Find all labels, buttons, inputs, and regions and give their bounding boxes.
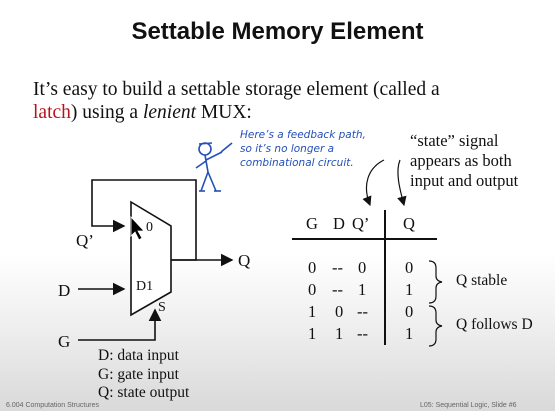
legend-g: G: gate input bbox=[98, 365, 179, 383]
state-arrow-qprime bbox=[362, 159, 385, 207]
q-follows-label: Q follows D bbox=[456, 316, 533, 333]
brace-follows bbox=[428, 305, 443, 347]
legend-q: Q: state output bbox=[98, 384, 190, 401]
legend-d: D: data input bbox=[98, 347, 179, 364]
stick-figure-icon bbox=[195, 142, 233, 192]
table-cell: 0 bbox=[308, 280, 317, 299]
table-cell: -- bbox=[332, 258, 343, 277]
table-cell: 1 bbox=[358, 280, 367, 299]
g-wire bbox=[78, 308, 162, 341]
table-cell: -- bbox=[357, 324, 368, 343]
table-header-qprime: Q’ bbox=[352, 214, 370, 233]
mux-input-1: D1 bbox=[136, 279, 154, 294]
brace-stable bbox=[428, 260, 443, 304]
state-arrow-q bbox=[397, 159, 407, 207]
table-cell: -- bbox=[332, 280, 343, 299]
table-cell: 0 bbox=[405, 302, 414, 321]
table-cell: 0 bbox=[335, 302, 344, 321]
qprime-label: Q’ bbox=[76, 231, 94, 250]
footer-left: 6.004 Computation Structures bbox=[6, 402, 99, 409]
mux-input-0: 0 bbox=[146, 220, 153, 235]
table-cell: 1 bbox=[335, 324, 344, 343]
table-header-d: D bbox=[333, 214, 345, 233]
q-output-label: Q bbox=[238, 251, 251, 270]
g-label: G bbox=[58, 332, 71, 351]
table-cell: -- bbox=[357, 302, 368, 321]
q-stable-label: Q stable bbox=[456, 272, 508, 289]
mux-body bbox=[130, 200, 172, 317]
table-header-q: Q bbox=[403, 214, 415, 233]
table-header-g: G bbox=[306, 214, 318, 233]
table-cell: 1 bbox=[405, 280, 414, 299]
table-cell: 1 bbox=[308, 324, 317, 343]
table-cell: 0 bbox=[358, 258, 367, 277]
d-label: D bbox=[58, 281, 71, 300]
table-cell: 0 bbox=[308, 258, 317, 277]
mux-select-label: S bbox=[158, 300, 166, 315]
table-cell: 0 bbox=[405, 258, 414, 277]
footer-right: L05: Sequential Logic, Slide #6 bbox=[420, 402, 517, 409]
table-cell: 1 bbox=[405, 324, 414, 343]
legend: D: data input G: gate input Q: state out… bbox=[98, 347, 189, 403]
latch-diagram bbox=[78, 142, 443, 347]
table-cell: 1 bbox=[308, 302, 317, 321]
